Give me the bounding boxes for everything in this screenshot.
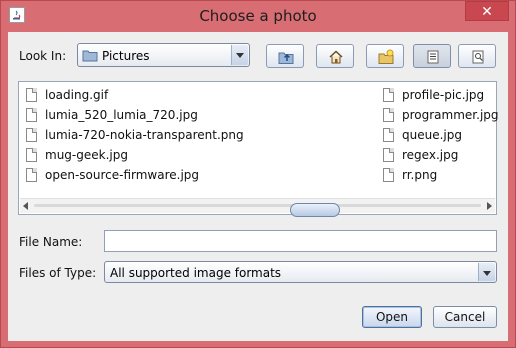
file-icon xyxy=(26,168,37,182)
folder-up-icon xyxy=(278,52,294,64)
open-button[interactable]: Open xyxy=(362,306,422,328)
details-view-icon xyxy=(472,50,484,64)
files-of-type-label: Files of Type: xyxy=(19,266,97,280)
home-button[interactable] xyxy=(316,44,354,68)
new-folder-button[interactable] xyxy=(366,44,404,68)
details-view-button[interactable] xyxy=(458,44,496,68)
file-icon xyxy=(383,128,394,142)
file-icon xyxy=(383,108,394,122)
chevron-down-icon[interactable] xyxy=(231,45,248,65)
file-icon xyxy=(383,168,394,182)
file-icon xyxy=(26,148,37,162)
scroll-left-icon[interactable] xyxy=(23,202,28,210)
look-in-value: Pictures xyxy=(102,49,150,63)
scroll-right-icon[interactable] xyxy=(487,202,492,210)
file-list[interactable]: loading.gif lumia_520_lumia_720.jpg lumi… xyxy=(18,81,499,217)
files-of-type-combo[interactable]: All supported image formats xyxy=(104,261,497,283)
file-icon xyxy=(26,108,37,122)
home-icon xyxy=(329,50,343,64)
list-view-icon xyxy=(427,50,439,64)
file-icon xyxy=(383,148,394,162)
scroll-thumb[interactable] xyxy=(290,203,340,217)
title-bar[interactable]: Choose a photo ✕ xyxy=(1,1,515,32)
folder-icon xyxy=(82,50,98,62)
list-view-button[interactable] xyxy=(413,44,451,68)
files-of-type-value: All supported image formats xyxy=(110,266,282,280)
dialog-content: Look In: Pictures loading.gif lumia_520_… xyxy=(8,32,508,341)
file-icon xyxy=(26,88,37,102)
file-chooser-dialog: Choose a photo ✕ Look In: Pictures loadi… xyxy=(0,0,516,348)
close-button[interactable]: ✕ xyxy=(465,1,509,21)
cancel-button[interactable]: Cancel xyxy=(433,306,497,328)
window-title: Choose a photo xyxy=(199,7,317,25)
look-in-label: Look In: xyxy=(19,49,67,63)
up-one-level-button[interactable] xyxy=(266,44,304,68)
file-icon xyxy=(383,88,394,102)
scroll-track[interactable] xyxy=(34,203,481,217)
file-icon xyxy=(26,128,37,142)
look-in-combo[interactable]: Pictures xyxy=(77,43,250,67)
new-folder-icon xyxy=(378,49,394,64)
file-name-label: File Name: xyxy=(19,235,83,249)
file-name-field[interactable] xyxy=(104,230,497,252)
chevron-down-icon[interactable] xyxy=(478,263,495,281)
horizontal-scrollbar[interactable] xyxy=(20,198,495,217)
